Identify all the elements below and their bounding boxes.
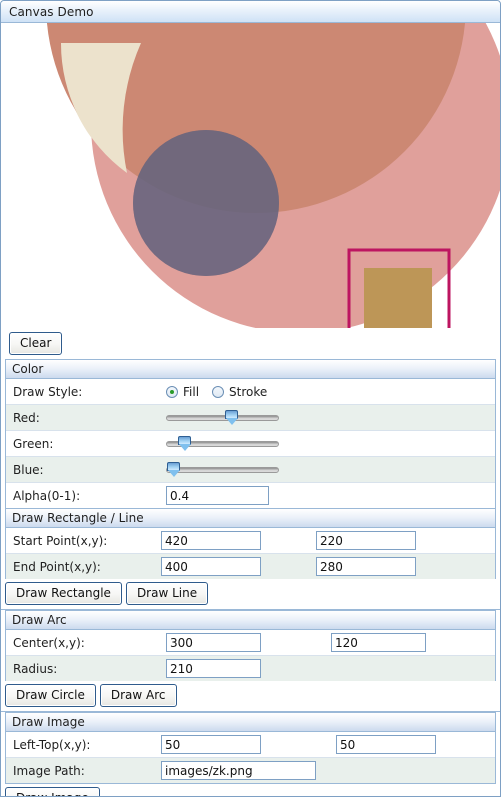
center-label: Center(x,y):	[13, 635, 85, 650]
red-label: Red:	[13, 410, 40, 425]
end-y-cell	[316, 557, 495, 576]
drawing-canvas[interactable]	[1, 23, 500, 328]
green-label: Green:	[13, 436, 54, 451]
draw-arc-button[interactable]: Draw Arc	[99, 684, 177, 707]
radius-cell	[166, 659, 495, 678]
arc-panel-header: Draw Arc	[6, 611, 495, 630]
red-slider-track[interactable]	[166, 414, 279, 421]
draw-circle-button[interactable]: Draw Circle	[5, 684, 96, 707]
end-point-row: End Point(x,y):	[6, 554, 495, 579]
red-slider[interactable]	[166, 409, 279, 427]
start-point-row: Start Point(x,y):	[6, 528, 495, 554]
green-slider-thumb[interactable]	[178, 435, 191, 452]
end-x-cell	[161, 557, 316, 576]
red-slider-thumb[interactable]	[225, 409, 238, 426]
image-path-label: Image Path:	[13, 763, 85, 778]
alpha-input[interactable]	[166, 486, 269, 505]
end-x-input[interactable]	[161, 557, 261, 576]
window-titlebar: Canvas Demo	[1, 1, 500, 23]
arc-button-row: Draw Circle Draw Arc	[1, 681, 500, 712]
center-x-input[interactable]	[166, 633, 261, 652]
start-x-input[interactable]	[161, 531, 261, 550]
start-x-cell	[161, 531, 316, 550]
green-row: Green:	[6, 431, 495, 457]
draw-style-radio-group: Fill Stroke	[166, 385, 495, 399]
blue-row: Blue:	[6, 457, 495, 483]
clear-button[interactable]: Clear	[9, 332, 63, 355]
rect-line-panel: Draw Rectangle / Line Start Point(x,y): …	[5, 508, 496, 579]
lefttop-y-cell	[336, 735, 495, 754]
radio-fill[interactable]	[166, 385, 178, 398]
start-y-cell	[316, 531, 495, 550]
draw-rectangle-button[interactable]: Draw Rectangle	[5, 582, 122, 605]
draw-style-label: Draw Style:	[13, 384, 83, 399]
alpha-row: Alpha(0-1):	[6, 483, 495, 508]
lefttop-x-input[interactable]	[161, 735, 261, 754]
red-row: Red:	[6, 405, 495, 431]
radius-input[interactable]	[166, 659, 261, 678]
window-title: Canvas Demo	[9, 4, 94, 19]
arc-panel-header-label: Draw Arc	[12, 613, 67, 627]
rect-line-button-row: Draw Rectangle Draw Line	[1, 579, 500, 610]
image-path-row: Image Path:	[6, 758, 495, 783]
image-panel-header: Draw Image	[6, 713, 495, 732]
red-slider-cell	[166, 409, 495, 427]
image-path-cell	[161, 761, 495, 780]
image-button-row: Draw Image	[1, 784, 500, 796]
clear-button-row: Clear	[1, 328, 500, 359]
green-slider-cell	[166, 435, 495, 453]
canvas-demo-window: Canvas Demo Clear Color Draw Style: Fill…	[0, 0, 501, 797]
rect-line-panel-header: Draw Rectangle / Line	[6, 509, 495, 528]
alpha-input-cell	[166, 486, 495, 505]
draw-line-button[interactable]: Draw Line	[125, 582, 209, 605]
image-panel-header-label: Draw Image	[12, 715, 85, 729]
color-panel-header: Color	[6, 360, 495, 379]
color-panel: Color Draw Style: Fill Stroke Red: Green…	[5, 359, 496, 508]
radius-row: Radius:	[6, 656, 495, 681]
radio-stroke-label: Stroke	[229, 384, 268, 399]
lefttop-x-cell	[161, 735, 336, 754]
blue-slider-thumb[interactable]	[167, 461, 180, 478]
lefttop-label: Left-Top(x,y):	[13, 737, 91, 752]
lefttop-y-input[interactable]	[336, 735, 436, 754]
radius-label: Radius:	[13, 661, 58, 676]
center-y-input[interactable]	[331, 633, 426, 652]
radio-fill-label: Fill	[183, 384, 200, 399]
start-point-label: Start Point(x,y):	[13, 533, 108, 548]
image-panel: Draw Image Left-Top(x,y): Image Path:	[5, 712, 496, 784]
arc-panel: Draw Arc Center(x,y): Radius:	[5, 610, 496, 681]
alpha-label: Alpha(0-1):	[13, 488, 81, 503]
center-row: Center(x,y):	[6, 630, 495, 656]
radio-stroke[interactable]	[212, 385, 225, 398]
draw-style-row: Draw Style: Fill Stroke	[6, 379, 495, 405]
image-path-input[interactable]	[161, 761, 316, 780]
end-point-label: End Point(x,y):	[13, 559, 101, 574]
lefttop-row: Left-Top(x,y):	[6, 732, 495, 758]
blue-slider-track[interactable]	[166, 466, 279, 473]
end-y-input[interactable]	[316, 557, 416, 576]
rect-line-panel-header-label: Draw Rectangle / Line	[12, 511, 144, 525]
blue-slider-cell	[166, 461, 495, 479]
draw-image-button[interactable]: Draw Image	[5, 787, 100, 796]
blue-label: Blue:	[13, 462, 44, 477]
start-y-input[interactable]	[316, 531, 416, 550]
center-x-cell	[166, 633, 331, 652]
green-slider[interactable]	[166, 435, 279, 453]
color-panel-header-label: Color	[12, 362, 44, 376]
center-y-cell	[331, 633, 495, 652]
blue-slider[interactable]	[166, 461, 279, 479]
